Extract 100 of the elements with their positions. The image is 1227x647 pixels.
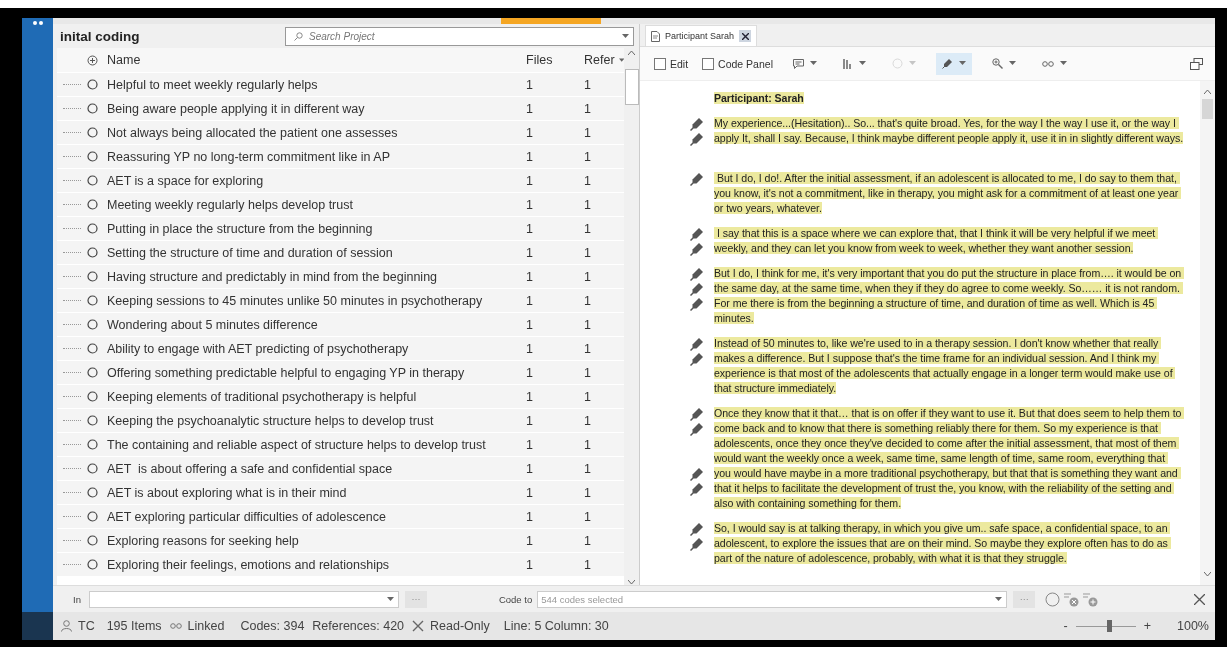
items-count: 195 Items [106, 619, 162, 633]
code-name[interactable]: Not always being allocated the patient one assesses [107, 125, 520, 140]
slider-thumb[interactable] [1106, 620, 1112, 632]
references-count: 1 [584, 197, 592, 212]
files-count: 1 [526, 173, 534, 188]
code-node-icon [87, 247, 98, 258]
uncode-icon[interactable] [1064, 591, 1080, 607]
references-count: 1 [584, 173, 592, 188]
code-name[interactable]: Wondering about 5 minutes difference [107, 317, 520, 332]
zoom-in-button[interactable]: + [1143, 619, 1151, 633]
code-node-icon [87, 319, 98, 330]
files-count: 1 [526, 533, 534, 548]
read-only-status: Read-Only [430, 619, 490, 633]
coding-stripe-icon[interactable] [690, 226, 704, 241]
coding-stripe-icon[interactable] [690, 536, 704, 551]
stripes-icon [842, 58, 853, 69]
caret-icon [995, 596, 1003, 602]
references-count: 1 [584, 149, 592, 164]
search-icon [294, 31, 303, 41]
coding-stripe-icon[interactable] [690, 351, 704, 366]
panel-title: inital coding [60, 28, 141, 44]
coding-stripe-icon[interactable] [690, 481, 704, 496]
code-node-icon [87, 127, 98, 138]
scroll-up-icon[interactable] [1204, 89, 1211, 94]
code-name[interactable]: Ability to engage with AET predicting of psychotherapy [107, 341, 520, 356]
coding-stripe-icon[interactable] [690, 241, 704, 256]
circle-icon[interactable] [1045, 591, 1061, 607]
coding-stripe-icon[interactable] [690, 336, 704, 351]
checkbox-label[interactable]: Edit [670, 57, 689, 70]
tab-label[interactable]: Participant Sarah [665, 31, 735, 41]
files-count: 1 [526, 557, 534, 572]
code-name[interactable]: Keeping sessions to 45 minutes unlike 50 minutes in psychotherapy [107, 293, 520, 308]
zoom-level: 100% [1177, 619, 1209, 633]
close-icon[interactable] [741, 32, 749, 40]
checkbox[interactable] [654, 57, 666, 70]
scroll-down-icon[interactable] [1204, 572, 1211, 577]
column-header[interactable]: Refer [584, 53, 615, 67]
link-icon [169, 623, 182, 629]
column-header[interactable]: Files [526, 53, 578, 67]
code-name[interactable]: Exploring their feelings, emotions and relationships [107, 557, 520, 572]
coding-stripe-icon[interactable] [690, 296, 704, 311]
code-node-icon [87, 103, 98, 114]
code-name[interactable]: Having structure and predictably in mind from the beginning [107, 269, 520, 284]
highlight-dropdown[interactable] [935, 52, 972, 75]
code-name[interactable]: Keeping the psychoanalytic structure helps to develop trust [107, 413, 520, 428]
files-count: 1 [526, 77, 534, 92]
code-name[interactable]: Offering something predictable helpful to engaging YP in therapy [107, 365, 520, 380]
caret-icon [1008, 61, 1016, 66]
coding-stripe-icon[interactable] [690, 421, 704, 436]
coding-stripe-icon[interactable] [690, 131, 704, 146]
code-name[interactable]: Being aware people applying it in different way [107, 101, 520, 116]
coding-stripe-icon[interactable] [690, 466, 704, 481]
code-node-icon [87, 175, 98, 186]
column-header[interactable]: Name [107, 53, 520, 67]
app-icon[interactable] [31, 20, 44, 26]
code-name[interactable]: The containing and reliable aspect of structure helps to develop trust [107, 437, 520, 452]
code-name[interactable]: Setting the structure of time and duration of session [107, 245, 520, 260]
code-name[interactable]: Reassuring YP no long-term commitment like in AP [107, 149, 520, 164]
code-name[interactable]: AET exploring particular difficulties of adolescence [107, 509, 520, 524]
code-name[interactable]: AET is about exploring what is in their mind [107, 485, 520, 500]
references-count: 1 [584, 365, 592, 380]
files-count: 1 [526, 269, 534, 284]
coding-stripe-icon[interactable] [690, 521, 704, 536]
code-name[interactable]: Keeping elements of traditional psychotherapy is helpful [107, 389, 520, 404]
code-name[interactable]: AET is about offering a safe and confidential space [107, 461, 520, 476]
user-initials: TC [78, 619, 95, 633]
code-node-icon [87, 511, 98, 522]
scrollbar[interactable] [1200, 81, 1215, 585]
checkbox-label[interactable]: Code Panel [718, 57, 773, 70]
code-name[interactable]: Meeting weekly regularly helps develop trust [107, 197, 520, 212]
checkbox[interactable] [702, 57, 715, 70]
files-count: 1 [526, 101, 534, 116]
coding-stripe-icon[interactable] [690, 116, 704, 131]
code-node-icon [87, 199, 98, 210]
search-field[interactable]: Search Project [285, 26, 634, 46]
comment-icon [792, 58, 804, 69]
references-count: 1 [584, 125, 592, 140]
code-name[interactable]: AET is a space for exploring [107, 173, 520, 188]
undock-icon[interactable] [1190, 57, 1203, 70]
close-icon[interactable] [1194, 593, 1205, 605]
code-node-icon [87, 535, 98, 546]
scroll-down-icon[interactable] [628, 580, 635, 585]
scroll-up-icon[interactable] [628, 50, 635, 55]
coding-stripe-icon[interactable] [690, 406, 704, 421]
references-count: References: 420 [312, 619, 405, 633]
references-count: 1 [584, 509, 592, 524]
coding-stripe-icon[interactable] [690, 281, 704, 296]
scrollbar[interactable] [624, 48, 639, 585]
code-name[interactable]: Exploring reasons for seeking help [107, 533, 520, 548]
code-name[interactable]: Helpful to meet weekly regularly helps [107, 77, 520, 92]
document-tab[interactable]: Participant Sarah [645, 25, 758, 46]
scroll-thumb[interactable] [624, 69, 639, 105]
coding-stripe-icon[interactable] [690, 266, 704, 281]
zoom-out-button[interactable]: - [1063, 619, 1068, 633]
expand-all-icon[interactable] [87, 54, 98, 66]
coding-stripe-icon[interactable] [690, 171, 704, 186]
files-count: 1 [526, 365, 534, 380]
files-count: 1 [526, 197, 534, 212]
code-name[interactable]: Putting in place the structure from the beginning [107, 221, 520, 236]
scroll-thumb[interactable] [1202, 99, 1213, 119]
